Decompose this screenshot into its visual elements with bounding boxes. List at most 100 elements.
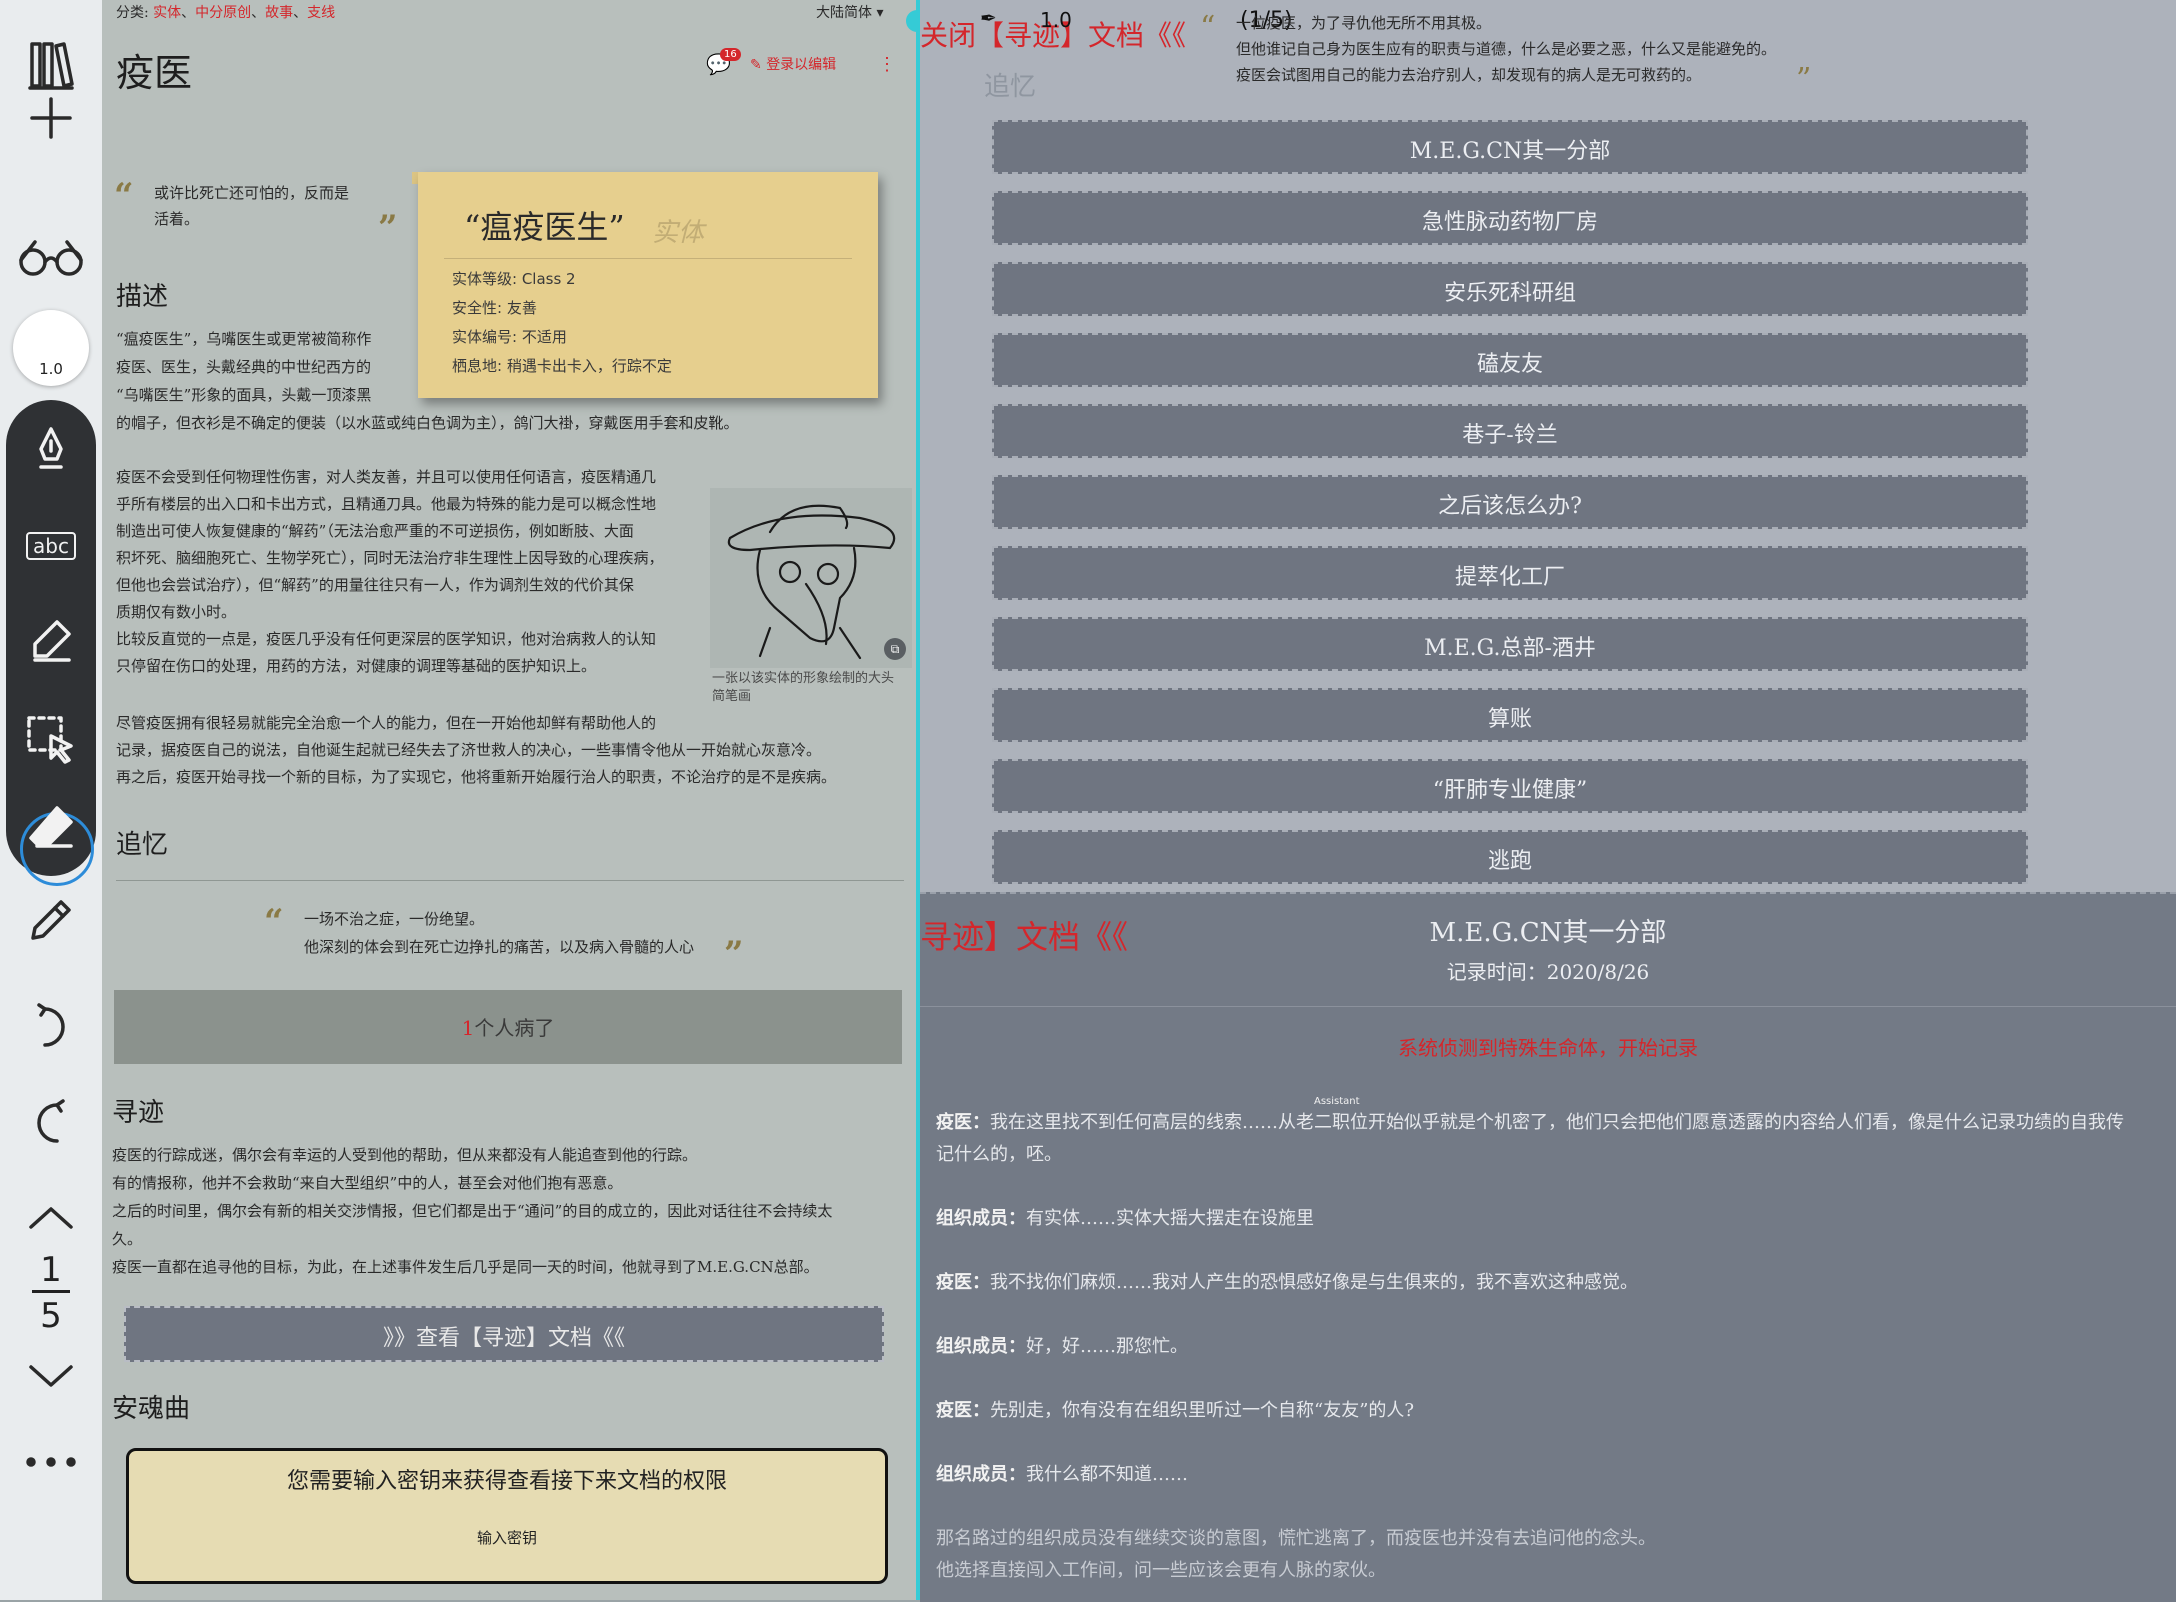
pen-indicator-icon: ✒ (980, 6, 997, 30)
speaker: 组织成员： (936, 1464, 1026, 1485)
trace-menu-item[interactable]: 之后该怎么办? (992, 475, 2028, 529)
trace-line: 久。 (112, 1230, 143, 1248)
text-tool-icon[interactable]: abc (0, 506, 102, 586)
view-trace-document-button[interactable]: 》》查看【寻迹】文档《《 (124, 1306, 884, 1362)
card-tag: 实体 (652, 218, 705, 248)
sick-text: 个人病了 (474, 1016, 555, 1040)
desc-line: 尽管疫医拥有很轻易就能完全治愈一个人的能力，但在一开始他却鲜有帮助他人的 (116, 714, 657, 732)
memory-line: 他深刻的体会到在死亡边挣扎的痛苦，以及病入骨髓的人心 (304, 938, 695, 956)
fountain-pen-icon[interactable] (0, 410, 102, 490)
trace-menu-item[interactable]: M.E.G.总部-酒井 (992, 617, 2028, 671)
category-link[interactable]: 故事 (265, 5, 293, 21)
text-tool-label: abc (26, 532, 76, 560)
view-doc-label: 》》查看【寻迹】文档《《 (382, 1326, 625, 1351)
trace-menu-item[interactable]: “肝肺专业健康” (992, 759, 2028, 813)
menu-label: M.E.G.总部-酒井 (1424, 636, 1596, 661)
image-caption: 简笔画 (712, 689, 752, 704)
trace-menu-item[interactable]: 磕友友 (992, 333, 2028, 387)
trace-line: 之后的时间里，偶尔会有新的相关交涉情报，但它们都是出于“通问”的目的成立的，因此… (112, 1202, 833, 1220)
more-options-icon[interactable] (0, 1422, 102, 1502)
password-gate: 您需要输入密钥来获得查看接下来文档的权限 输入密钥 (126, 1448, 888, 1584)
category-link[interactable]: 实体 (153, 5, 181, 21)
current-page: 1 (40, 1250, 62, 1290)
menu-label: M.E.G.CN其一分部 (1409, 139, 1611, 164)
category-link[interactable]: 支线 (307, 5, 335, 21)
zoom-control[interactable]: 1.0 (13, 310, 89, 386)
pencil-icon[interactable] (0, 880, 102, 960)
log-date: 记录时间：2020/8/26 (1446, 960, 1650, 984)
dialogue-line: 疫医：先别走，你有没有在组织里听过一个自称“友友”的人? (936, 1396, 1414, 1422)
comment-count-badge: 16 (720, 48, 741, 61)
trace-menu-item[interactable]: 提萃化工厂 (992, 546, 2028, 600)
image-caption: 一张以该实体的形象绘制的大头 (712, 671, 895, 686)
trace-menu-item[interactable]: 逃跑 (992, 830, 2028, 884)
zoom-label: 1.0 (39, 360, 63, 378)
desc-line: 制造出可使人恢复健康的“解药”（无法治愈严重的不可逆损伤，例如断肢、大面 (116, 522, 634, 540)
dialogue-text: 先别走，你有没有在组织里听过一个自称“友友”的人? (990, 1400, 1415, 1421)
speaker: 疫医： (936, 1400, 990, 1421)
dialogue-text: 记什么的，呸。 (936, 1144, 1062, 1165)
desc-line: 但他也会尝试治疗），但“解药”的用量往往只有一人，作为调剂生效的代价其保 (116, 576, 634, 594)
section-heading-trace: 寻迹 (112, 1098, 165, 1128)
category-link[interactable]: 中分原创 (195, 5, 251, 21)
page-title: 疫医 (116, 51, 193, 95)
plague-doctor-sketch-image[interactable]: ⧉ (710, 488, 912, 668)
epigraph-line: 活着。 (154, 210, 200, 228)
menu-label: 逃跑 (1487, 849, 1532, 874)
highlighter-icon[interactable] (0, 600, 102, 680)
category-line: 分类: 实体、中分原创、故事、支线 (116, 5, 336, 21)
menu-label: 安乐死科研组 (1443, 281, 1576, 306)
card-row: 安全性: 友善 (452, 299, 537, 317)
dialogue-line: 记什么的，呸。 (936, 1140, 1062, 1166)
annotation-toolbar: 1.0 abc 1 5 (0, 0, 102, 1600)
redo-icon[interactable] (0, 1082, 102, 1162)
trace-line: 疫医的行踪成迷，偶尔会有幸运的人受到他的帮助，但从来都没有人能追查到他的行踪。 (112, 1146, 698, 1164)
open-quote-icon: “ (114, 176, 134, 216)
trace-log-panel: 寻迹】文档《《 M.E.G.CN其一分部 记录时间：2020/8/26 系统侦测… (920, 892, 2176, 1602)
menu-label: 之后该怎么办? (1438, 494, 1582, 519)
card-row: 栖息地: 稍遇卡出卡入，行踪不定 (452, 357, 672, 375)
lasso-select-icon[interactable] (0, 700, 102, 780)
sick-count: 1 (461, 1016, 475, 1040)
faded-heading: 追忆 (984, 72, 1037, 102)
undo-icon[interactable] (0, 986, 102, 1066)
epigraph-line: 或许比死亡还可怕的，反而是 (154, 184, 350, 202)
eraser-icon[interactable] (0, 786, 102, 866)
speaker: 组织成员： (936, 1208, 1026, 1229)
trace-menu-item[interactable]: 急性脉动药物厂房 (992, 191, 2028, 245)
desc-line: “乌嘴医生”形象的面具，头戴一顶漆黑 (116, 386, 372, 404)
desc-line: 比较反直觉的一点是，疫医几乎没有任何更深层的医学知识，他对治病救人的认知 (116, 630, 657, 648)
category-prefix: 分类: (116, 5, 149, 21)
entity-info-card: “瘟疫医生” 实体 实体等级: Class 2 安全性: 友善 实体编号: 不适… (418, 172, 878, 398)
card-divider (444, 258, 852, 259)
trace-menu-item[interactable]: M.E.G.CN其一分部 (992, 120, 2028, 174)
reading-glasses-icon[interactable] (0, 218, 102, 298)
section-heading-requiem: 安魂曲 (112, 1394, 191, 1424)
dialogue-line: 疫医：我不找你们麻烦……我对人产生的恐惧感好像是与生俱来的，我不喜欢这种感觉。 (936, 1268, 1638, 1294)
password-input[interactable]: 输入密钥 (129, 1527, 885, 1548)
close-quote-icon: ” (1796, 62, 1812, 97)
add-icon[interactable] (0, 78, 102, 158)
page-up-icon[interactable] (0, 1178, 102, 1258)
page-down-icon[interactable] (0, 1336, 102, 1416)
menu-label: 巷子-铃兰 (1462, 423, 1558, 448)
drawing-tools-group: abc (6, 400, 96, 886)
login-edit-link[interactable]: ✎ 登录以编辑 (750, 54, 836, 74)
trace-menu-item[interactable]: 算账 (992, 688, 2028, 742)
trace-menu-item[interactable]: 巷子-铃兰 (992, 404, 2028, 458)
expand-image-icon[interactable]: ⧉ (884, 638, 906, 660)
language-label: 大陆简体 (816, 5, 872, 21)
assistant-tag: Assistant (1314, 1096, 1360, 1107)
login-edit-label: 登录以编辑 (766, 57, 837, 73)
zoom-indicator: 1.0 (1040, 8, 1072, 32)
trace-menu-item[interactable]: 安乐死科研组 (992, 262, 2028, 316)
speaker: 组织成员： (936, 1336, 1026, 1357)
desc-line: 疫医不会受到任何物理性伤害，对人类友善，并且可以使用任何语言，疫医精通几 (116, 468, 657, 486)
desc-line: 质期仅有数小时。 (116, 603, 237, 621)
memory-line: 一场不治之症，一份绝望。 (304, 910, 485, 928)
more-menu-icon[interactable]: ⋮ (878, 54, 896, 75)
language-selector[interactable]: 大陆简体 ▾ (816, 0, 883, 27)
open-quote-icon: “ (1200, 10, 1216, 45)
desc-line: 只停留在伤口的处理，用药的方法，对健康的调理等基础的医护知识上。 (116, 657, 597, 675)
speaker: 疫医： (936, 1112, 990, 1133)
